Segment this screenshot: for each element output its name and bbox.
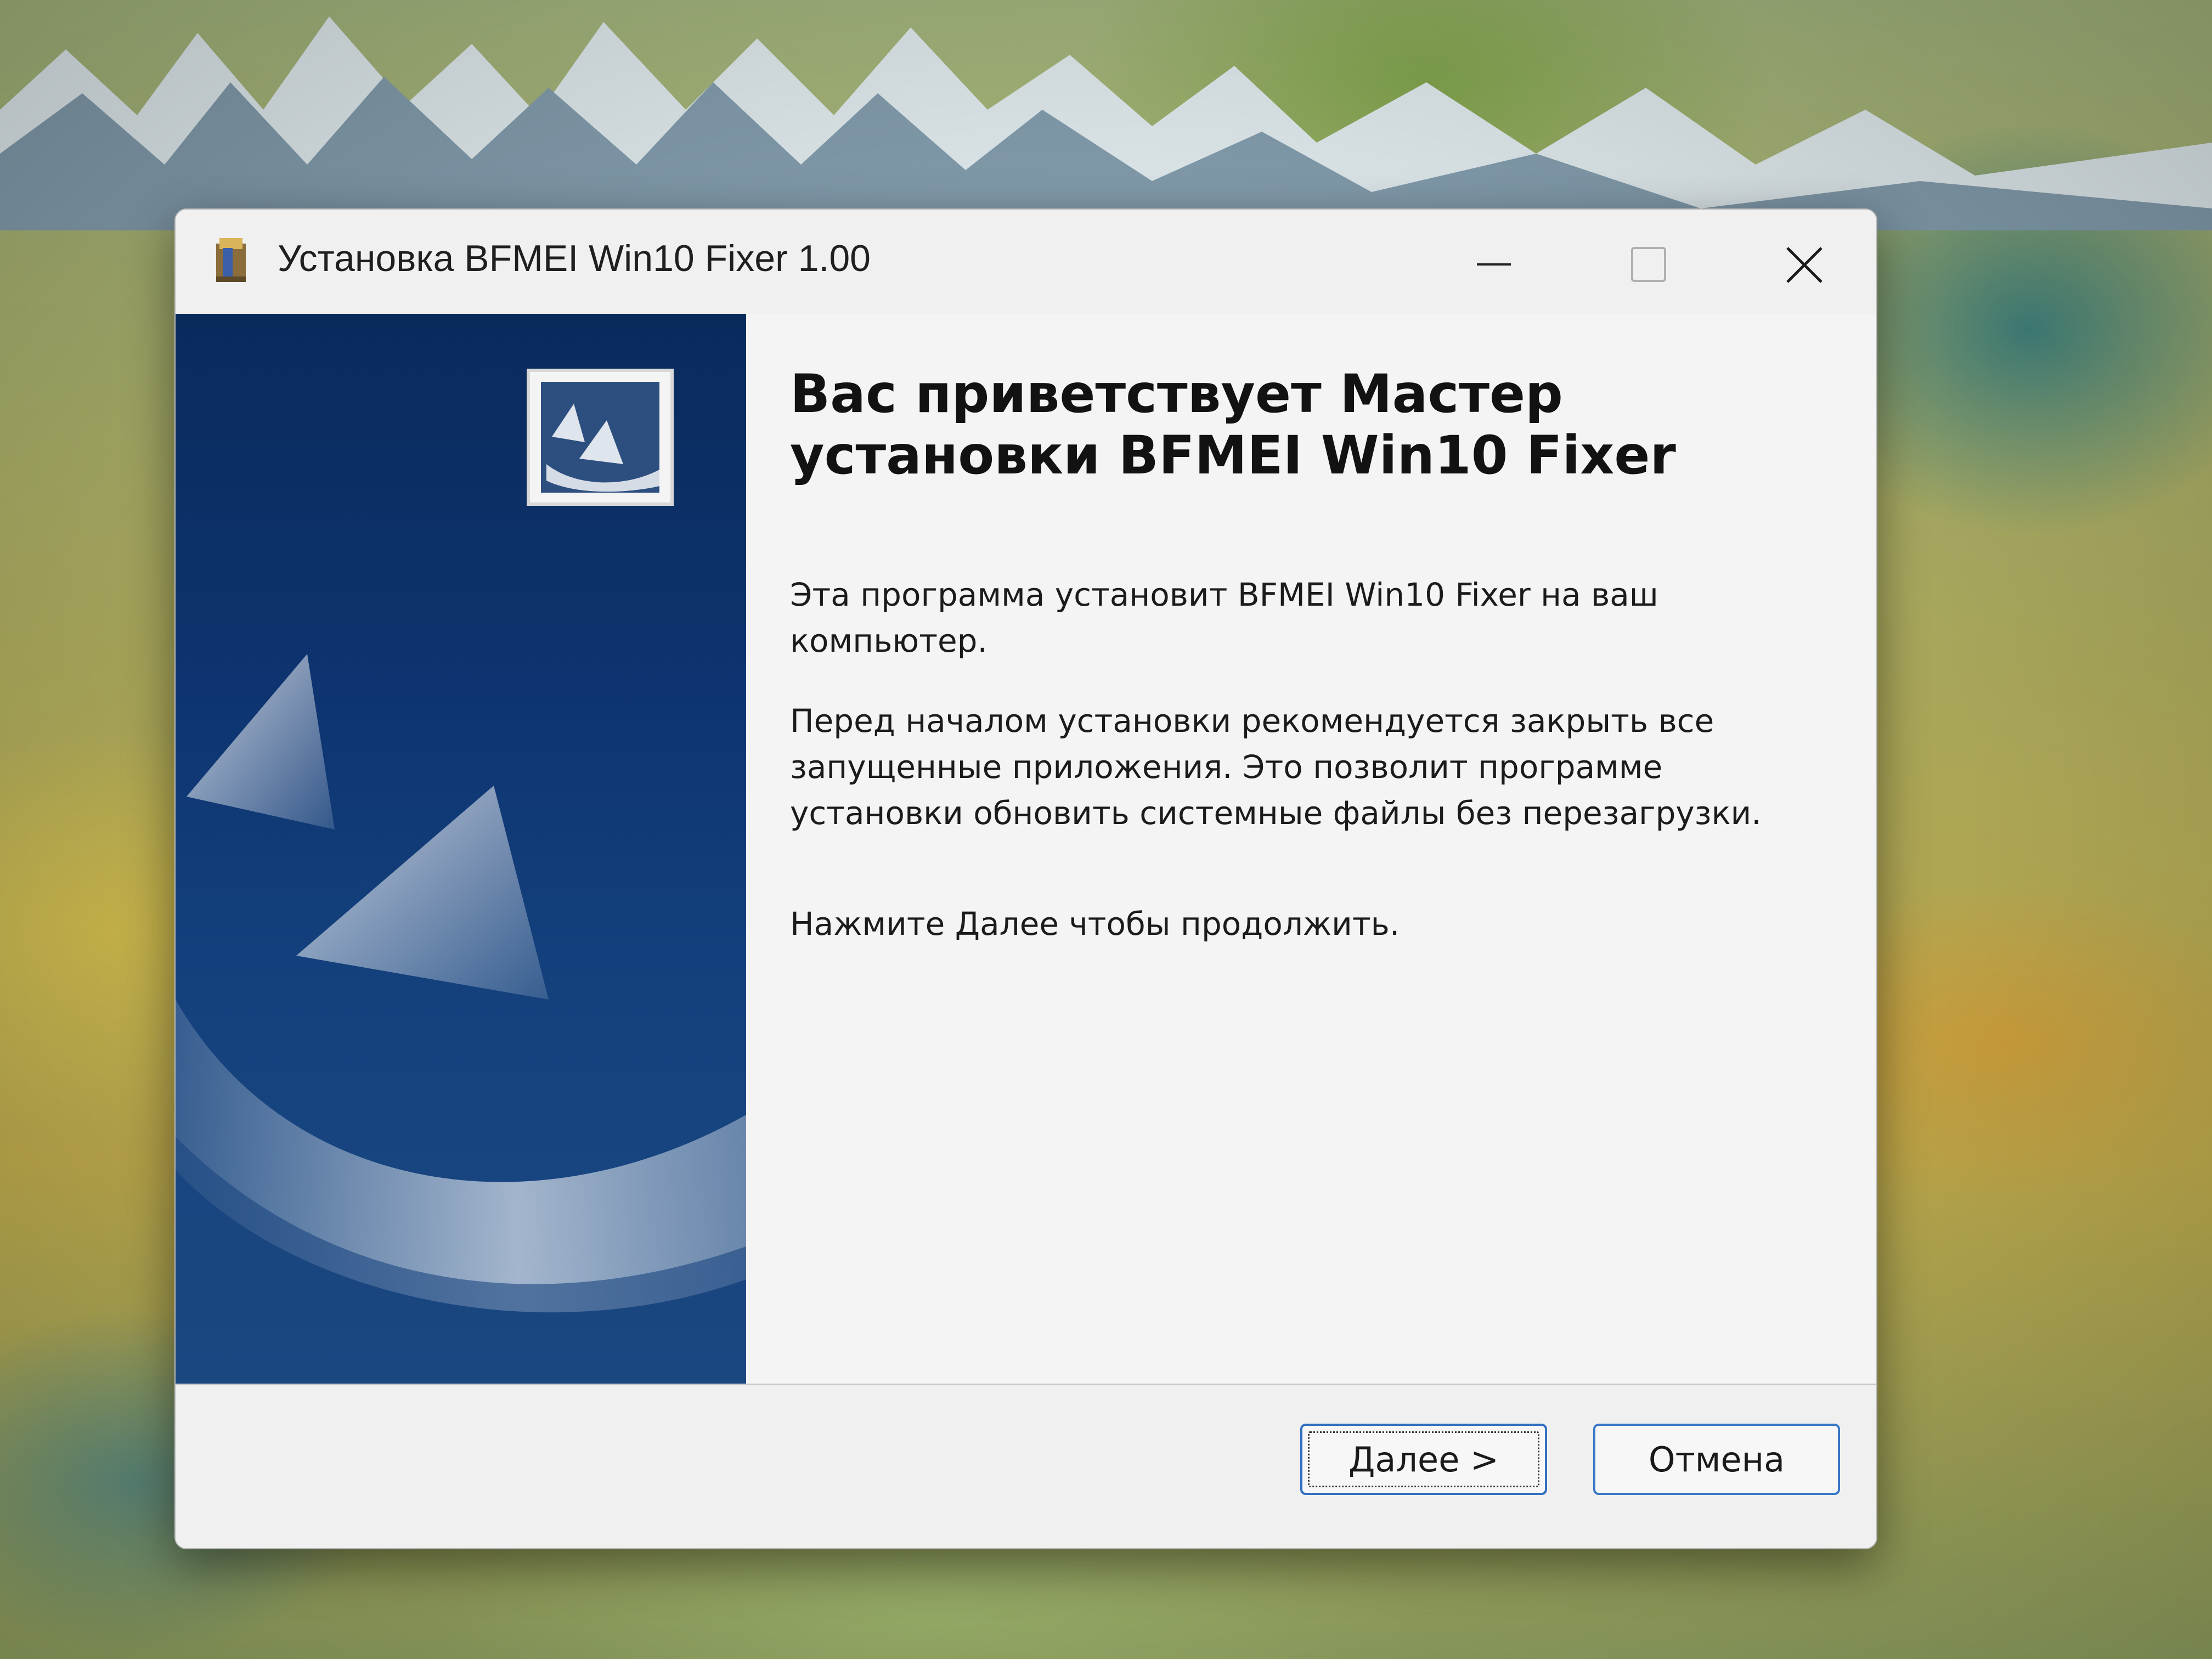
maximize-button[interactable]: [1593, 226, 1702, 297]
wizard-footer: Далее > Отмена: [176, 1385, 1876, 1548]
next-button[interactable]: Далее >: [1300, 1424, 1547, 1495]
wizard-side-banner: [176, 314, 746, 1384]
wizard-content: Вас приветствует Мастер установки BFMEI …: [176, 314, 1876, 1384]
title-bar[interactable]: Установка BFMEI Win10 Fixer 1.00: [176, 210, 1876, 314]
focus-indicator: [1308, 1431, 1539, 1487]
maximize-icon: [1631, 247, 1666, 282]
cancel-button[interactable]: Отмена: [1593, 1424, 1840, 1495]
close-button[interactable]: [1750, 226, 1860, 297]
wizard-logo: [527, 369, 674, 506]
wizard-logo-icon: [541, 382, 659, 493]
intro-paragraph: Эта программа установит BFMEI Win10 Fixe…: [790, 576, 1658, 659]
recommendation-paragraph: Перед началом установки рекомендуется за…: [790, 702, 1762, 832]
installer-window: Установка BFMEI Win10 Fixer 1.00 Вас при…: [174, 208, 1877, 1549]
minimize-icon: [1477, 263, 1511, 266]
minimize-button[interactable]: [1437, 226, 1547, 297]
window-title: Установка BFMEI Win10 Fixer 1.00: [278, 238, 871, 279]
close-icon: [1786, 247, 1822, 283]
welcome-heading: Вас приветствует Мастер установки BFMEI …: [790, 363, 1676, 486]
cancel-button-label: Отмена: [1648, 1439, 1785, 1480]
installer-package-icon: [216, 238, 246, 282]
continue-instruction: Нажмите Далее чтобы продолжить.: [790, 905, 1400, 943]
